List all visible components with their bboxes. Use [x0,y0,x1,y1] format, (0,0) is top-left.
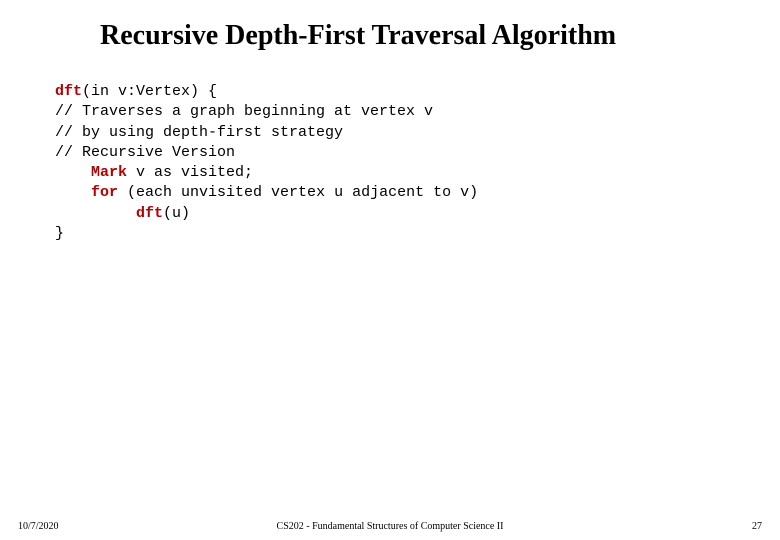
code-line-5: Mark v as visited; [55,163,780,183]
slide-title: Recursive Depth-First Traversal Algorith… [0,0,780,52]
code-line-2: // Traverses a graph beginning at vertex… [55,102,780,122]
keyword-dft-call: dft [136,205,163,222]
code-text: (in v:Vertex) { [82,83,217,100]
code-text: (each unvisited vertex u adjacent to v) [118,184,478,201]
footer-date: 10/7/2020 [18,521,59,532]
code-line-6: for (each unvisited vertex u adjacent to… [55,183,780,203]
code-text: v as visited; [127,164,253,181]
footer-course: CS202 - Fundamental Structures of Comput… [277,521,504,532]
footer-page-number: 27 [752,521,762,532]
algorithm-code: dft(in v:Vertex) { // Traverses a graph … [55,82,780,244]
indent [55,184,91,201]
code-line-7: dft(u) [55,204,780,224]
indent [55,164,91,181]
code-line-8: } [55,224,780,244]
code-text: (u) [163,205,190,222]
indent [55,205,136,222]
keyword-dft: dft [55,83,82,100]
code-line-4: // Recursive Version [55,143,780,163]
code-line-3: // by using depth-first strategy [55,123,780,143]
keyword-for: for [91,184,118,201]
code-line-1: dft(in v:Vertex) { [55,82,780,102]
keyword-mark: Mark [91,164,127,181]
